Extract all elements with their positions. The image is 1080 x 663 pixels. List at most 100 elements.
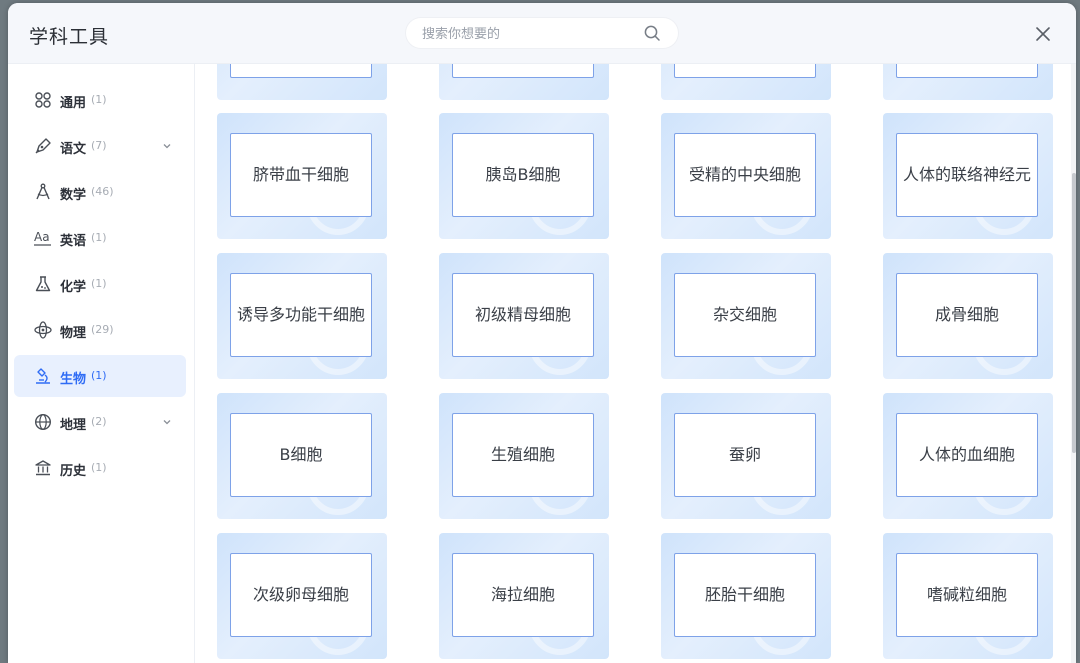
chevron-down-icon[interactable] (162, 417, 172, 427)
subject-sidebar: 通用 (1) 语文 (7) 数学 (46) Aa 英语 (1) 化学 (1) 物… (8, 64, 195, 663)
tool-card-label: 受精的中央细胞 (688, 165, 801, 184)
sidebar-item-count: (7) (91, 139, 107, 152)
tool-card-frame: B细胞 (230, 413, 372, 497)
chevron-down-icon[interactable] (162, 141, 172, 151)
tool-card[interactable] (439, 64, 609, 100)
tool-card-label: 成骨细胞 (934, 305, 999, 324)
tool-card[interactable]: 初级精母细胞 (439, 253, 609, 379)
tool-card-label: B细胞 (279, 445, 323, 464)
tool-card[interactable] (217, 64, 387, 100)
tool-card-label: 脐带血干细胞 (252, 165, 349, 184)
sidebar-item-geography[interactable]: 地理 (2) (14, 401, 186, 443)
tool-card-frame: 次级卵母细胞 (230, 553, 372, 637)
tool-card-label: 胚胎干细胞 (704, 585, 785, 604)
tool-card-label: 次级卵母细胞 (252, 585, 349, 604)
subject-tools-dialog: 学科工具 通用 (1) (8, 3, 1076, 663)
sidebar-item-biology[interactable]: 生物 (1) (14, 355, 186, 397)
sidebar-item-count: (1) (91, 93, 107, 106)
tool-card-label: 杂交细胞 (712, 305, 777, 324)
tool-card-frame: 蚕卵 (674, 413, 816, 497)
tool-card-frame: 脐带血干细胞 (230, 133, 372, 217)
microscope-icon (36, 368, 50, 384)
sidebar-item-label: 语文 (60, 142, 87, 157)
sidebar-item-label: 物理 (60, 326, 87, 341)
sidebar-item-label: 英语 (60, 234, 87, 249)
tool-card-frame: 杂交细胞 (674, 273, 816, 357)
sidebar-item-label: 地理 (60, 418, 87, 433)
sidebar-item-label: 数学 (60, 188, 87, 203)
tool-card-frame: 受精的中央细胞 (674, 133, 816, 217)
sidebar-item-history[interactable]: 历史 (1) (14, 447, 186, 489)
tool-card[interactable]: 胰岛B细胞 (439, 113, 609, 239)
tool-card-frame: 胚胎干细胞 (674, 553, 816, 637)
tool-card-label: 人体的血细胞 (918, 445, 1015, 464)
sidebar-item-count: (1) (91, 369, 107, 382)
flask-icon (35, 276, 51, 292)
tool-card-frame: 嗜碱粒细胞 (896, 553, 1038, 637)
sidebar-item-count: (1) (91, 231, 107, 244)
tool-card[interactable]: 嗜碱粒细胞 (883, 533, 1053, 659)
tool-card-frame: 生殖细胞 (452, 413, 594, 497)
tool-card-label: 初级精母细胞 (474, 305, 571, 324)
search-input[interactable] (420, 23, 644, 45)
sidebar-item-chinese[interactable]: 语文 (7) (14, 125, 186, 167)
tool-card[interactable] (661, 64, 831, 100)
tool-card-frame: 成骨细胞 (896, 273, 1038, 357)
tool-card-frame (674, 64, 816, 78)
sidebar-item-count: (1) (91, 277, 107, 290)
tool-card[interactable]: 诱导多功能干细胞 (217, 253, 387, 379)
sidebar-item-english[interactable]: Aa 英语 (1) (14, 217, 186, 259)
search-box[interactable] (406, 18, 678, 48)
tool-card-frame (230, 64, 372, 78)
grid-icon (35, 92, 51, 108)
globe-icon (34, 413, 52, 431)
sidebar-item-label: 历史 (60, 464, 87, 479)
close-icon[interactable] (1032, 23, 1054, 45)
tool-card[interactable]: B细胞 (217, 393, 387, 519)
tool-card-frame: 人体的联络神经元 (896, 133, 1038, 217)
tool-card[interactable] (883, 64, 1053, 100)
sidebar-item-count: (2) (91, 415, 107, 428)
tool-card-label: 诱导多功能干细胞 (237, 305, 366, 324)
tool-card[interactable]: 人体的联络神经元 (883, 113, 1053, 239)
dialog-header: 学科工具 (8, 3, 1076, 64)
sidebar-item-chemistry[interactable]: 化学 (1) (14, 263, 186, 305)
tool-card[interactable]: 海拉细胞 (439, 533, 609, 659)
tool-card-label: 人体的联络神经元 (903, 165, 1032, 184)
atom-icon (34, 321, 52, 339)
tool-card-label: 胰岛B细胞 (485, 165, 561, 184)
temple-icon (35, 460, 51, 476)
scrollbar-thumb[interactable] (1072, 173, 1076, 453)
pen-icon (35, 138, 51, 154)
tool-card[interactable]: 蚕卵 (661, 393, 831, 519)
sidebar-item-count: (1) (91, 461, 107, 474)
tool-card-label: 生殖细胞 (490, 445, 555, 464)
tool-card[interactable]: 胚胎干细胞 (661, 533, 831, 659)
tool-card-frame: 诱导多功能干细胞 (230, 273, 372, 357)
tool-card-label: 蚕卵 (728, 445, 761, 464)
tool-card[interactable]: 生殖细胞 (439, 393, 609, 519)
tool-card[interactable]: 次级卵母细胞 (217, 533, 387, 659)
compass-icon (36, 183, 50, 200)
tool-card[interactable]: 杂交细胞 (661, 253, 831, 379)
tool-card-frame: 初级精母细胞 (452, 273, 594, 357)
tool-card[interactable]: 成骨细胞 (883, 253, 1053, 379)
sidebar-item-label: 通用 (60, 96, 87, 111)
tool-card-frame: 胰岛B细胞 (452, 133, 594, 217)
sidebar-item-count: (29) (91, 323, 114, 336)
tool-card-label: 嗜碱粒细胞 (926, 585, 1007, 604)
tool-card-frame (452, 64, 594, 78)
tool-grid: 脐带血干细胞 胰岛B细胞 受精的中央细胞 人体的联络神经元 诱导多功能干细胞 初… (195, 64, 1076, 663)
tool-card[interactable]: 脐带血干细胞 (217, 113, 387, 239)
sidebar-item-math[interactable]: 数学 (46) (14, 171, 186, 213)
tool-card-frame: 海拉细胞 (452, 553, 594, 637)
tool-card[interactable]: 受精的中央细胞 (661, 113, 831, 239)
tool-card[interactable]: 人体的血细胞 (883, 393, 1053, 519)
svg-text:Aa: Aa (34, 230, 50, 244)
search-icon[interactable] (644, 25, 661, 42)
tool-card-frame (896, 64, 1038, 78)
sidebar-item-general[interactable]: 通用 (1) (14, 79, 186, 121)
sidebar-item-label: 生物 (60, 372, 87, 387)
dialog-title: 学科工具 (29, 26, 110, 48)
sidebar-item-physics[interactable]: 物理 (29) (14, 309, 186, 351)
